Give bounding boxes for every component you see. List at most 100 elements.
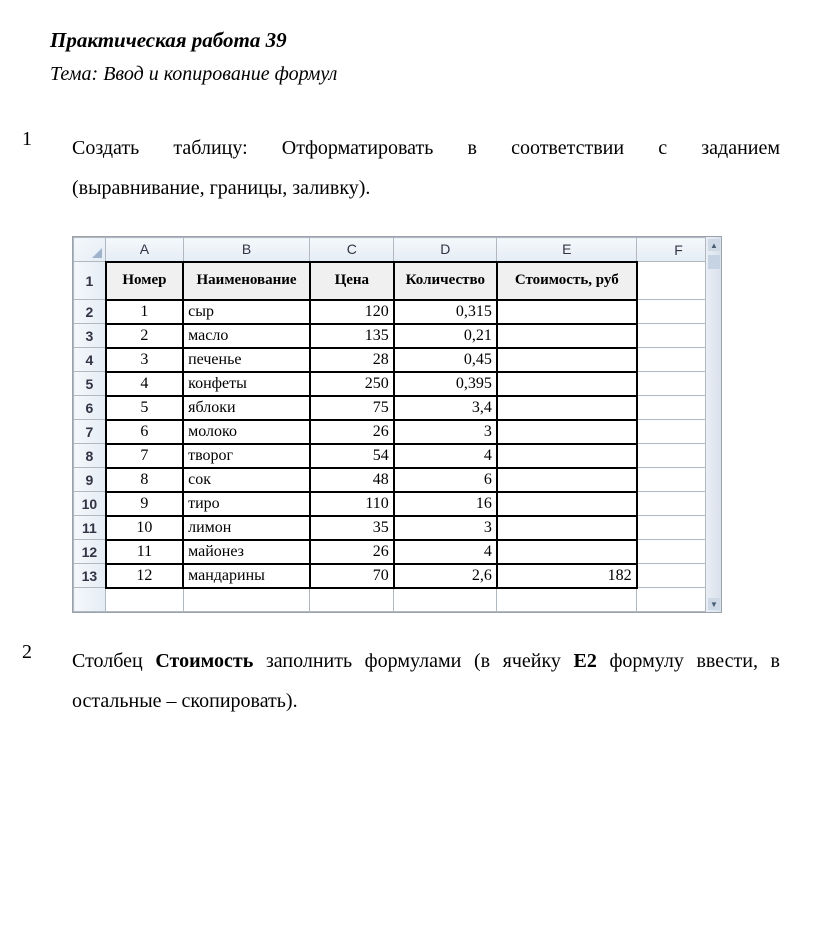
cell[interactable]: 12 xyxy=(106,564,183,588)
row-header[interactable]: 4 xyxy=(74,348,106,372)
cell[interactable]: конфеты xyxy=(183,372,310,396)
cell[interactable]: 16 xyxy=(394,492,497,516)
cell[interactable] xyxy=(106,588,183,612)
cell[interactable] xyxy=(183,588,310,612)
cell[interactable]: 182 xyxy=(497,564,637,588)
cell[interactable]: 1 xyxy=(106,300,183,324)
cell[interactable] xyxy=(497,492,637,516)
col-header-C[interactable]: C xyxy=(310,238,394,262)
cell[interactable]: творог xyxy=(183,444,310,468)
col-header-E[interactable]: E xyxy=(497,238,637,262)
cell[interactable]: Стоимость, руб xyxy=(497,262,637,300)
cell[interactable]: 0,45 xyxy=(394,348,497,372)
row-header[interactable]: 11 xyxy=(74,516,106,540)
cell[interactable]: 3 xyxy=(106,348,183,372)
row-header[interactable]: 2 xyxy=(74,300,106,324)
cell[interactable]: 4 xyxy=(394,540,497,564)
row-header[interactable]: 10 xyxy=(74,492,106,516)
cell[interactable]: 3,4 xyxy=(394,396,497,420)
cell[interactable] xyxy=(497,372,637,396)
col-header-A[interactable]: A xyxy=(106,238,183,262)
cell[interactable]: 9 xyxy=(106,492,183,516)
cell[interactable]: 3 xyxy=(394,516,497,540)
cell[interactable]: 35 xyxy=(310,516,394,540)
task1-word: Создать xyxy=(72,137,139,159)
cell[interactable]: 2 xyxy=(106,324,183,348)
vertical-scrollbar[interactable]: ▲ ▼ xyxy=(705,237,721,612)
cell[interactable] xyxy=(310,588,394,612)
row-header[interactable]: 13 xyxy=(74,564,106,588)
cell[interactable] xyxy=(497,468,637,492)
cell[interactable]: 26 xyxy=(310,420,394,444)
cell[interactable]: 6 xyxy=(106,420,183,444)
row-header[interactable]: 3 xyxy=(74,324,106,348)
cell[interactable]: 54 xyxy=(310,444,394,468)
task1-word: заданием xyxy=(701,137,780,159)
cell[interactable]: 70 xyxy=(310,564,394,588)
row-header[interactable]: 9 xyxy=(74,468,106,492)
cell[interactable]: 0,315 xyxy=(394,300,497,324)
table-row: 109тиро11016 xyxy=(74,492,721,516)
scroll-down-icon[interactable]: ▼ xyxy=(708,598,720,610)
cell[interactable]: печенье xyxy=(183,348,310,372)
cell[interactable]: майонез xyxy=(183,540,310,564)
cell[interactable]: лимон xyxy=(183,516,310,540)
cell[interactable]: 48 xyxy=(310,468,394,492)
cell[interactable]: 75 xyxy=(310,396,394,420)
cell[interactable] xyxy=(497,444,637,468)
row-header-blank[interactable] xyxy=(74,588,106,612)
cell[interactable]: 4 xyxy=(394,444,497,468)
cell[interactable]: Цена xyxy=(310,262,394,300)
scroll-thumb[interactable] xyxy=(708,255,720,269)
col-header-B[interactable]: B xyxy=(183,238,310,262)
cell[interactable] xyxy=(394,588,497,612)
cell[interactable]: 135 xyxy=(310,324,394,348)
cell[interactable]: 11 xyxy=(106,540,183,564)
cell[interactable]: сыр xyxy=(183,300,310,324)
cell[interactable]: 0,395 xyxy=(394,372,497,396)
cell[interactable] xyxy=(497,516,637,540)
task2-bold-cost: Стоимость xyxy=(155,650,253,672)
cell[interactable]: 7 xyxy=(106,444,183,468)
cell[interactable]: 3 xyxy=(394,420,497,444)
select-all-corner[interactable] xyxy=(74,238,106,262)
cell[interactable] xyxy=(497,420,637,444)
cell[interactable]: 120 xyxy=(310,300,394,324)
cell[interactable] xyxy=(497,588,637,612)
row-header[interactable]: 5 xyxy=(74,372,106,396)
cell[interactable] xyxy=(497,324,637,348)
scroll-up-icon[interactable]: ▲ xyxy=(708,239,720,251)
cell[interactable] xyxy=(497,348,637,372)
cell[interactable] xyxy=(497,396,637,420)
cell[interactable]: 10 xyxy=(106,516,183,540)
cell[interactable]: тиро xyxy=(183,492,310,516)
cell[interactable]: Номер xyxy=(106,262,183,300)
col-header-D[interactable]: D xyxy=(394,238,497,262)
cell[interactable]: 5 xyxy=(106,396,183,420)
spreadsheet-grid[interactable]: A B C D E F 1 Номер Наименование Цена Ко… xyxy=(73,237,721,612)
row-header-1[interactable]: 1 xyxy=(74,262,106,300)
row-header[interactable]: 7 xyxy=(74,420,106,444)
row-header[interactable]: 12 xyxy=(74,540,106,564)
cell[interactable]: молоко xyxy=(183,420,310,444)
cell[interactable]: яблоки xyxy=(183,396,310,420)
cell[interactable] xyxy=(497,540,637,564)
cell[interactable]: масло xyxy=(183,324,310,348)
cell[interactable]: 4 xyxy=(106,372,183,396)
cell[interactable]: 8 xyxy=(106,468,183,492)
cell[interactable]: 0,21 xyxy=(394,324,497,348)
cell[interactable]: 26 xyxy=(310,540,394,564)
cell[interactable]: сок xyxy=(183,468,310,492)
cell[interactable]: 250 xyxy=(310,372,394,396)
cell[interactable]: 110 xyxy=(310,492,394,516)
row-header[interactable]: 8 xyxy=(74,444,106,468)
cell[interactable]: Наименование xyxy=(183,262,310,300)
cell[interactable]: мандарины xyxy=(183,564,310,588)
blank-row xyxy=(74,588,721,612)
cell[interactable]: 28 xyxy=(310,348,394,372)
cell[interactable] xyxy=(497,300,637,324)
cell[interactable]: 6 xyxy=(394,468,497,492)
row-header[interactable]: 6 xyxy=(74,396,106,420)
cell[interactable]: Количество xyxy=(394,262,497,300)
cell[interactable]: 2,6 xyxy=(394,564,497,588)
